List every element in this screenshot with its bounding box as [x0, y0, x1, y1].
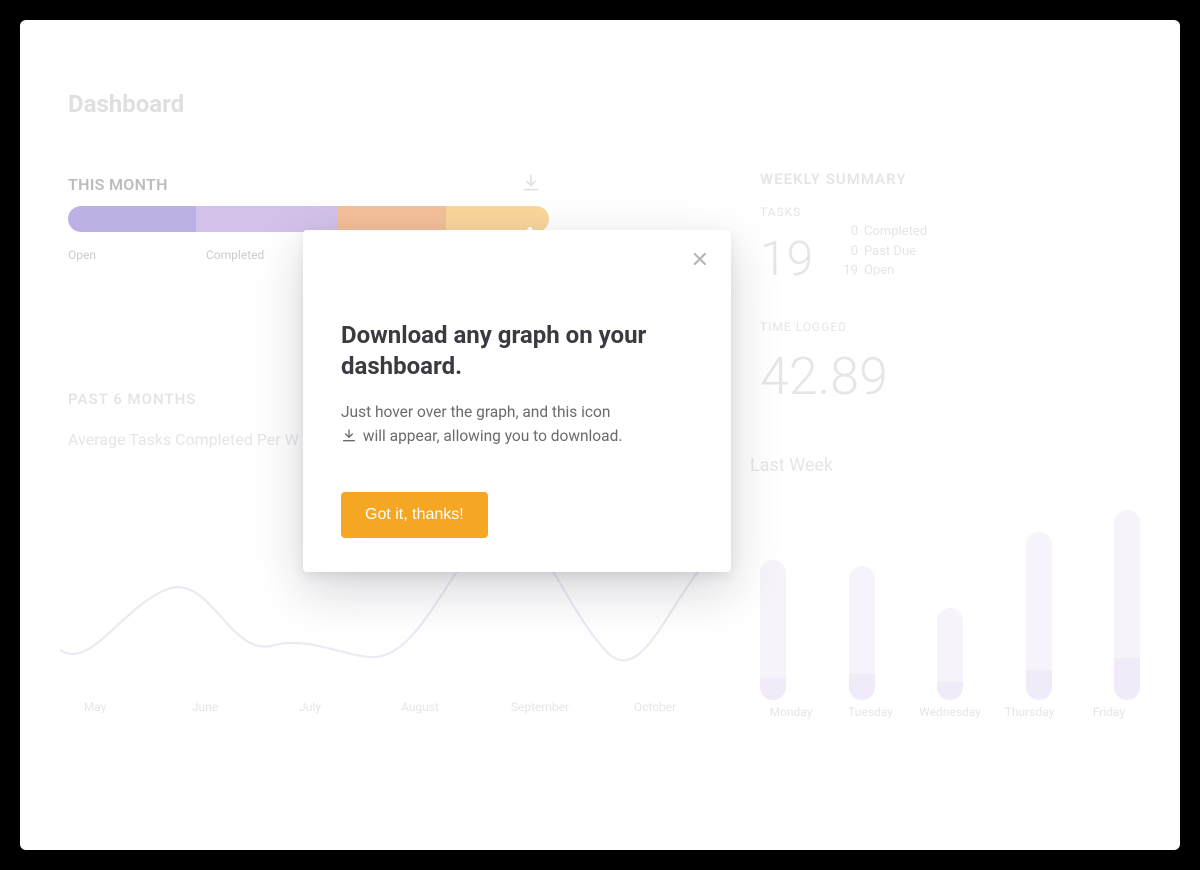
axis-august: August [401, 700, 439, 714]
last-week-bar-chart [760, 490, 1140, 700]
past6-subtitle-text: Average Tasks Completed Per [68, 430, 285, 449]
progress-segment-4 [446, 206, 549, 232]
time-logged-label: TIME LOGGED [760, 320, 847, 334]
time-logged-value: 42.89 [760, 346, 888, 407]
progress-segment-3 [338, 206, 446, 232]
dashboard-canvas: Dashboard THIS MONTH Open Completed WEEK… [20, 20, 1180, 850]
tasks-completed-label: Completed [864, 224, 927, 239]
tasks-pastdue-label: Past Due [864, 244, 916, 259]
this-month-heading: THIS MONTH [68, 175, 168, 194]
axis-tuesday: Tuesday [840, 705, 902, 719]
past6-subtitle: Average Tasks Completed Per W [68, 430, 299, 449]
tasks-open-label: Open [864, 263, 894, 278]
popover-body-after: will appear, allowing you to download. [363, 427, 623, 445]
axis-october: October [634, 700, 676, 714]
progress-label-completed: Completed [206, 248, 264, 262]
progress-segment-open [68, 206, 196, 232]
axis-september: September [511, 700, 569, 714]
download-tip-popover: ✕ Download any graph on your dashboard. … [303, 230, 731, 572]
last-week-heading: Last Week [750, 455, 833, 476]
weekly-summary-heading: WEEKLY SUMMARY [760, 170, 907, 188]
bar-wednesday [937, 608, 963, 700]
axis-monday: Monday [760, 705, 822, 719]
close-icon[interactable]: ✕ [691, 250, 709, 272]
tasks-label: TASKS [760, 205, 801, 219]
past6-subtitle-cut: W [285, 430, 299, 449]
page-title: Dashboard [68, 90, 184, 118]
progress-label-open: Open [68, 248, 96, 262]
popover-body: Just hover over the graph, and this icon… [341, 400, 693, 448]
axis-june: June [192, 700, 218, 714]
got-it-button[interactable]: Got it, thanks! [341, 492, 488, 538]
bar-tuesday [849, 566, 875, 700]
last-week-axis: Monday Tuesday Wednesday Thursday Friday [760, 705, 1140, 719]
popover-body-before: Just hover over the graph, and this icon [341, 403, 610, 421]
bar-friday [1114, 510, 1140, 700]
past6-heading: PAST 6 MONTHS [68, 390, 196, 408]
axis-thursday: Thursday [999, 705, 1061, 719]
tasks-pastdue-count: 0 [840, 242, 858, 262]
tasks-breakdown: 0 Completed 0 Past Due 19 Open [840, 222, 927, 281]
bar-thursday [1026, 532, 1052, 700]
download-icon [341, 427, 357, 443]
tasks-completed-count: 0 [840, 222, 858, 242]
axis-wednesday: Wednesday [919, 705, 981, 719]
axis-july: July [299, 700, 321, 714]
popover-heading: Download any graph on your dashboard. [341, 320, 693, 382]
download-icon[interactable] [521, 172, 541, 194]
tasks-open-count: 19 [840, 261, 858, 281]
progress-segment-completed [196, 206, 338, 232]
axis-friday: Friday [1078, 705, 1140, 719]
bar-monday [760, 560, 786, 700]
tasks-total: 19 [760, 230, 813, 287]
axis-may: May [84, 700, 107, 714]
this-month-progress [68, 206, 549, 232]
